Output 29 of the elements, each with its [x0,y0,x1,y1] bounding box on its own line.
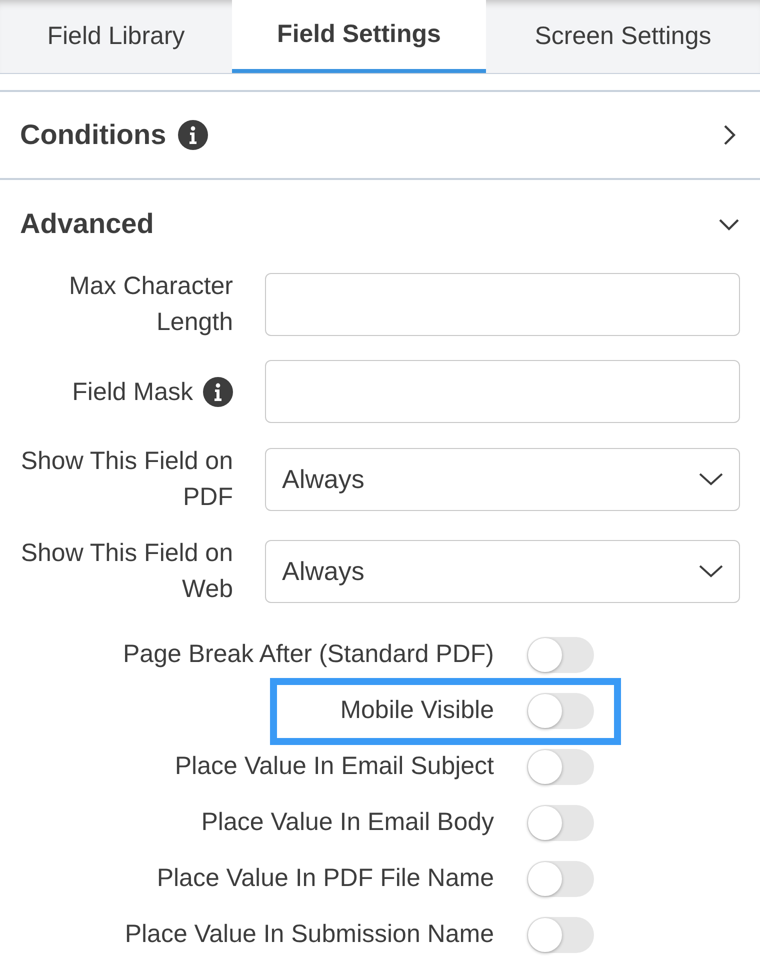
chevron-down-icon [699,564,723,578]
toggle-label: Place Value In Email Subject [174,751,494,782]
section-title: Conditions [20,118,166,152]
toggle-switch[interactable] [527,861,594,897]
field-label: Field Mask [72,376,193,408]
toggle-switch[interactable] [527,805,594,841]
toggle-label: Mobile Visible [340,695,494,726]
field-label: Show This Field on PDF [20,446,233,513]
field-label: Max Character Length [68,271,233,338]
section-title: Advanced [20,207,154,241]
input-field[interactable] [265,360,740,423]
toggle-switch[interactable] [527,637,594,673]
info-icon[interactable] [178,120,208,150]
input-field[interactable] [265,272,740,336]
field-label: Show This Field on Web [20,538,233,605]
chevron-down-icon [699,472,723,486]
dropdown[interactable]: Always [265,448,740,510]
tab[interactable]: Field Settings [232,0,486,73]
toggle-switch[interactable] [527,917,594,953]
toggle-switch[interactable] [527,693,594,729]
toggle-label: Place Value In Submission Name [124,919,494,950]
toggle-label: Place Value In PDF File Name [156,863,494,894]
toggle-label: Page Break After (Standard PDF) [122,639,494,670]
toggle-label: Place Value In Email Body [201,807,494,838]
toggle-switch[interactable] [527,749,594,785]
info-icon[interactable] [203,376,233,406]
dropdown[interactable]: Always [265,540,740,602]
tab[interactable]: Field Library [0,0,232,73]
tab[interactable]: Screen Settings [486,0,760,73]
